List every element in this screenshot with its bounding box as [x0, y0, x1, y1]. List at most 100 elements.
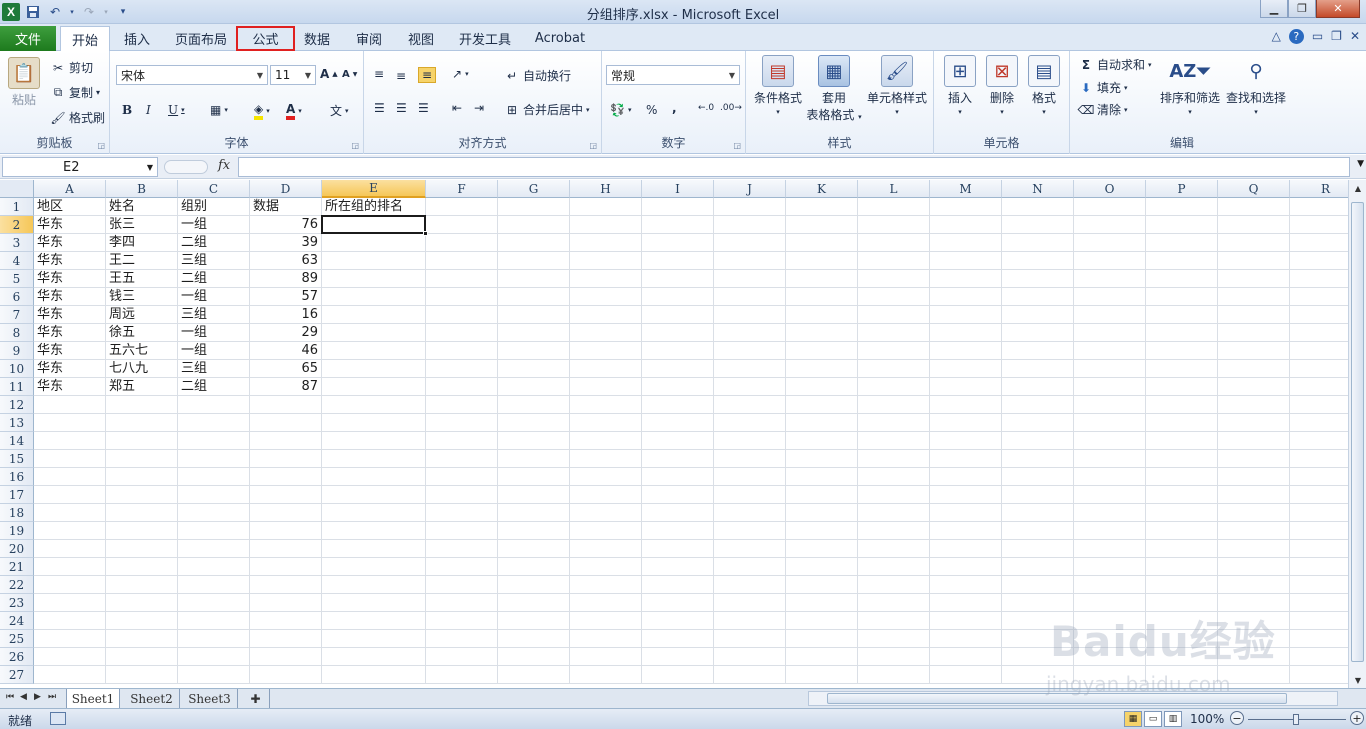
cell-r5[interactable] [1290, 270, 1348, 288]
cell-g1[interactable] [498, 198, 570, 216]
cell-l27[interactable] [858, 666, 930, 684]
cell-d20[interactable] [250, 540, 322, 558]
cell-b18[interactable] [106, 504, 178, 522]
row-header-1[interactable]: 1 [0, 198, 34, 216]
cell-r12[interactable] [1290, 396, 1348, 414]
cell-o3[interactable] [1074, 234, 1146, 252]
cell-l8[interactable] [858, 324, 930, 342]
cell-k8[interactable] [786, 324, 858, 342]
cell-f21[interactable] [426, 558, 498, 576]
cell-m13[interactable] [930, 414, 1002, 432]
cell-l12[interactable] [858, 396, 930, 414]
cell-j25[interactable] [714, 630, 786, 648]
cell-r19[interactable] [1290, 522, 1348, 540]
cell-f14[interactable] [426, 432, 498, 450]
cell-f24[interactable] [426, 612, 498, 630]
cell-j7[interactable] [714, 306, 786, 324]
increase-decimal-icon[interactable]: ←.0 [698, 103, 714, 113]
cell-p21[interactable] [1146, 558, 1218, 576]
cell-a16[interactable] [34, 468, 106, 486]
cell-d11[interactable]: 87 [250, 378, 322, 396]
cell-n19[interactable] [1002, 522, 1074, 540]
row-header-22[interactable]: 22 [0, 576, 34, 594]
cell-e22[interactable] [322, 576, 426, 594]
cell-f19[interactable] [426, 522, 498, 540]
cell-o15[interactable] [1074, 450, 1146, 468]
cell-l5[interactable] [858, 270, 930, 288]
cell-q4[interactable] [1218, 252, 1290, 270]
cell-q6[interactable] [1218, 288, 1290, 306]
cell-e8[interactable] [322, 324, 426, 342]
cell-e10[interactable] [322, 360, 426, 378]
cell-i2[interactable] [642, 216, 714, 234]
cell-e19[interactable] [322, 522, 426, 540]
cell-h24[interactable] [570, 612, 642, 630]
cell-r17[interactable] [1290, 486, 1348, 504]
cell-h17[interactable] [570, 486, 642, 504]
row-header-7[interactable]: 7 [0, 306, 34, 324]
cell-e25[interactable] [322, 630, 426, 648]
cell-o4[interactable] [1074, 252, 1146, 270]
cell-k7[interactable] [786, 306, 858, 324]
cell-l26[interactable] [858, 648, 930, 666]
cell-k4[interactable] [786, 252, 858, 270]
cell-h12[interactable] [570, 396, 642, 414]
cell-b5[interactable]: 王五 [106, 270, 178, 288]
cell-g11[interactable] [498, 378, 570, 396]
cell-e20[interactable] [322, 540, 426, 558]
cell-n15[interactable] [1002, 450, 1074, 468]
cell-m5[interactable] [930, 270, 1002, 288]
tab-insert[interactable]: 插入 [114, 26, 160, 51]
cell-f9[interactable] [426, 342, 498, 360]
cell-o19[interactable] [1074, 522, 1146, 540]
cell-b9[interactable]: 五六七 [106, 342, 178, 360]
tab-page-layout[interactable]: 页面布局 [168, 26, 234, 51]
cell-b13[interactable] [106, 414, 178, 432]
cell-n12[interactable] [1002, 396, 1074, 414]
cell-l11[interactable] [858, 378, 930, 396]
cell-j15[interactable] [714, 450, 786, 468]
cell-j16[interactable] [714, 468, 786, 486]
cell-g5[interactable] [498, 270, 570, 288]
vertical-scroll-thumb[interactable] [1351, 202, 1364, 662]
cell-b10[interactable]: 七八九 [106, 360, 178, 378]
minimize-ribbon-icon[interactable]: △ [1272, 29, 1281, 44]
cell-r23[interactable] [1290, 594, 1348, 612]
cell-j8[interactable] [714, 324, 786, 342]
cell-k19[interactable] [786, 522, 858, 540]
cell-n7[interactable] [1002, 306, 1074, 324]
cut-button[interactable]: ✂ 剪切 [50, 59, 93, 76]
cell-o7[interactable] [1074, 306, 1146, 324]
cell-j21[interactable] [714, 558, 786, 576]
cell-g17[interactable] [498, 486, 570, 504]
cell-k10[interactable] [786, 360, 858, 378]
cell-f5[interactable] [426, 270, 498, 288]
cell-i17[interactable] [642, 486, 714, 504]
cell-m19[interactable] [930, 522, 1002, 540]
cell-k16[interactable] [786, 468, 858, 486]
cell-r3[interactable] [1290, 234, 1348, 252]
cell-b14[interactable] [106, 432, 178, 450]
cell-d12[interactable] [250, 396, 322, 414]
cell-q21[interactable] [1218, 558, 1290, 576]
cell-r21[interactable] [1290, 558, 1348, 576]
cell-m3[interactable] [930, 234, 1002, 252]
prev-sheet-icon[interactable]: ◀ [20, 692, 27, 702]
column-header-f[interactable]: F [426, 180, 498, 198]
copy-button[interactable]: ⧉ 复制 ▾ [50, 84, 100, 101]
cell-a22[interactable] [34, 576, 106, 594]
paste-button[interactable]: 📋 粘贴 [8, 57, 40, 108]
cell-n13[interactable] [1002, 414, 1074, 432]
cell-m8[interactable] [930, 324, 1002, 342]
cell-p6[interactable] [1146, 288, 1218, 306]
cell-k14[interactable] [786, 432, 858, 450]
vertical-scrollbar[interactable]: ▲ ▼ [1348, 180, 1366, 688]
cell-d7[interactable]: 16 [250, 306, 322, 324]
cell-g12[interactable] [498, 396, 570, 414]
cell-f6[interactable] [426, 288, 498, 306]
wrap-text-button[interactable]: ↵ 自动换行 [504, 67, 571, 84]
row-header-9[interactable]: 9 [0, 342, 34, 360]
cell-d26[interactable] [250, 648, 322, 666]
row-header-15[interactable]: 15 [0, 450, 34, 468]
cell-q19[interactable] [1218, 522, 1290, 540]
